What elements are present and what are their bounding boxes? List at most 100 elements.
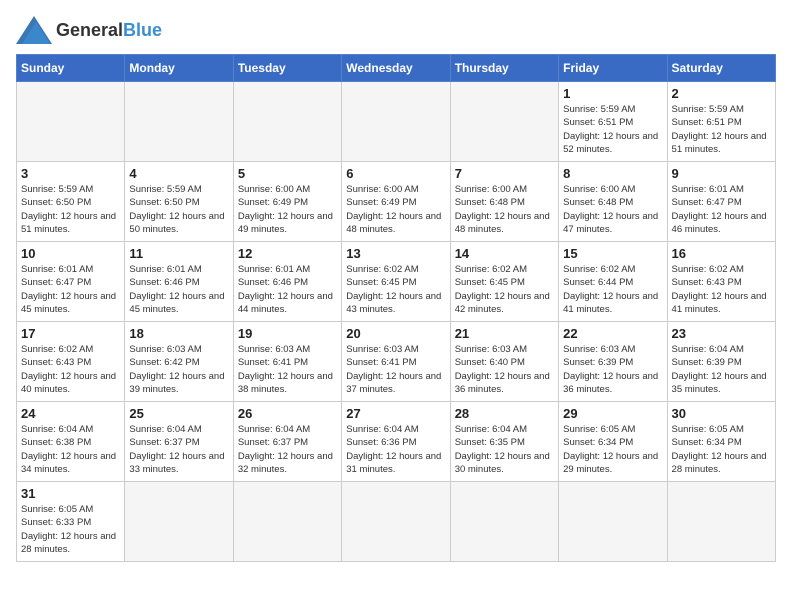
day-info: Sunrise: 6:03 AM Sunset: 6:39 PM Dayligh… xyxy=(563,343,662,396)
calendar-cell: 23Sunrise: 6:04 AM Sunset: 6:39 PM Dayli… xyxy=(667,322,775,402)
day-info: Sunrise: 6:04 AM Sunset: 6:37 PM Dayligh… xyxy=(238,423,337,476)
day-info: Sunrise: 6:04 AM Sunset: 6:35 PM Dayligh… xyxy=(455,423,554,476)
day-info: Sunrise: 6:00 AM Sunset: 6:49 PM Dayligh… xyxy=(346,183,445,236)
day-number: 7 xyxy=(455,166,554,181)
day-number: 17 xyxy=(21,326,120,341)
calendar-week-1: 3 Sunrise: 5:59 AM Sunset: 6:50 PM Daylig… xyxy=(17,162,776,242)
day-info: Sunrise: 6:03 AM Sunset: 6:41 PM Dayligh… xyxy=(238,343,337,396)
day-info: Sunrise: 6:02 AM Sunset: 6:43 PM Dayligh… xyxy=(21,343,120,396)
calendar-cell: 11 Sunrise: 6:01 AM Sunset: 6:46 PM Dayli… xyxy=(125,242,233,322)
day-info: Sunrise: 6:00 AM Sunset: 6:48 PM Dayligh… xyxy=(563,183,662,236)
day-header-wednesday: Wednesday xyxy=(342,55,450,82)
day-number: 15 xyxy=(563,246,662,261)
calendar-cell xyxy=(125,82,233,162)
day-info: Sunrise: 6:04 AM Sunset: 6:37 PM Dayligh… xyxy=(129,423,228,476)
calendar-week-0: 1Sunrise: 5:59 AM Sunset: 6:51 PM Daylig… xyxy=(17,82,776,162)
calendar-cell: 3Sunrise: 5:59 AM Sunset: 6:50 PM Daylig… xyxy=(17,162,125,242)
calendar-cell: 18 Sunrise: 6:03 AM Sunset: 6:42 PM Dayli… xyxy=(125,322,233,402)
calendar-cell: 27Sunrise: 6:04 AM Sunset: 6:36 PM Dayli… xyxy=(342,402,450,482)
day-info: Sunrise: 6:03 AM Sunset: 6:40 PM Dayligh… xyxy=(455,343,554,396)
page-header: GeneralBlue xyxy=(16,16,776,44)
day-number: 23 xyxy=(672,326,771,341)
calendar-week-2: 10 Sunrise: 6:01 AM Sunset: 6:47 PM Dayli… xyxy=(17,242,776,322)
logo: GeneralBlue xyxy=(16,16,162,44)
day-number: 26 xyxy=(238,406,337,421)
calendar-cell: 15 Sunrise: 6:02 AM Sunset: 6:44 PM Dayli… xyxy=(559,242,667,322)
calendar-cell: 12Sunrise: 6:01 AM Sunset: 6:46 PM Dayli… xyxy=(233,242,341,322)
day-number: 31 xyxy=(21,486,120,501)
calendar-cell: 28Sunrise: 6:04 AM Sunset: 6:35 PM Dayli… xyxy=(450,402,558,482)
day-info: Sunrise: 6:00 AM Sunset: 6:48 PM Dayligh… xyxy=(455,183,554,236)
calendar-cell: 31 Sunrise: 6:05 AM Sunset: 6:33 PM Dayli… xyxy=(17,482,125,562)
logo-text: GeneralBlue xyxy=(56,20,162,41)
day-header-sunday: Sunday xyxy=(17,55,125,82)
day-info: Sunrise: 6:05 AM Sunset: 6:33 PM Dayligh… xyxy=(21,503,120,556)
day-info: Sunrise: 6:01 AM Sunset: 6:46 PM Dayligh… xyxy=(238,263,337,316)
calendar-cell xyxy=(450,482,558,562)
day-info: Sunrise: 6:05 AM Sunset: 6:34 PM Dayligh… xyxy=(672,423,771,476)
day-info: Sunrise: 6:01 AM Sunset: 6:47 PM Dayligh… xyxy=(672,183,771,236)
day-info: Sunrise: 6:01 AM Sunset: 6:46 PM Dayligh… xyxy=(129,263,228,316)
calendar-header-row: SundayMondayTuesdayWednesdayThursdayFrid… xyxy=(17,55,776,82)
logo-icon xyxy=(16,16,52,44)
day-number: 29 xyxy=(563,406,662,421)
day-number: 22 xyxy=(563,326,662,341)
calendar-cell xyxy=(233,82,341,162)
day-number: 11 xyxy=(129,246,228,261)
day-info: Sunrise: 6:03 AM Sunset: 6:42 PM Dayligh… xyxy=(129,343,228,396)
calendar-cell xyxy=(667,482,775,562)
calendar-cell xyxy=(125,482,233,562)
day-info: Sunrise: 6:02 AM Sunset: 6:43 PM Dayligh… xyxy=(672,263,771,316)
calendar-cell: 16 Sunrise: 6:02 AM Sunset: 6:43 PM Dayli… xyxy=(667,242,775,322)
calendar-week-5: 31 Sunrise: 6:05 AM Sunset: 6:33 PM Dayli… xyxy=(17,482,776,562)
calendar-cell xyxy=(233,482,341,562)
calendar-cell: 24Sunrise: 6:04 AM Sunset: 6:38 PM Dayli… xyxy=(17,402,125,482)
day-number: 14 xyxy=(455,246,554,261)
day-number: 6 xyxy=(346,166,445,181)
calendar-cell: 30 Sunrise: 6:05 AM Sunset: 6:34 PM Dayli… xyxy=(667,402,775,482)
day-number: 18 xyxy=(129,326,228,341)
day-number: 20 xyxy=(346,326,445,341)
day-info: Sunrise: 5:59 AM Sunset: 6:50 PM Dayligh… xyxy=(129,183,228,236)
day-number: 3 xyxy=(21,166,120,181)
calendar-cell: 19 Sunrise: 6:03 AM Sunset: 6:41 PM Dayli… xyxy=(233,322,341,402)
day-number: 4 xyxy=(129,166,228,181)
calendar-cell: 1Sunrise: 5:59 AM Sunset: 6:51 PM Daylig… xyxy=(559,82,667,162)
day-info: Sunrise: 6:01 AM Sunset: 6:47 PM Dayligh… xyxy=(21,263,120,316)
day-info: Sunrise: 6:02 AM Sunset: 6:44 PM Dayligh… xyxy=(563,263,662,316)
day-number: 2 xyxy=(672,86,771,101)
day-number: 5 xyxy=(238,166,337,181)
day-number: 16 xyxy=(672,246,771,261)
day-info: Sunrise: 6:02 AM Sunset: 6:45 PM Dayligh… xyxy=(455,263,554,316)
calendar-cell: 10 Sunrise: 6:01 AM Sunset: 6:47 PM Dayli… xyxy=(17,242,125,322)
day-number: 30 xyxy=(672,406,771,421)
calendar-cell: 25 Sunrise: 6:04 AM Sunset: 6:37 PM Dayli… xyxy=(125,402,233,482)
calendar-cell: 6 Sunrise: 6:00 AM Sunset: 6:49 PM Daylig… xyxy=(342,162,450,242)
calendar-cell: 13Sunrise: 6:02 AM Sunset: 6:45 PM Dayli… xyxy=(342,242,450,322)
day-number: 19 xyxy=(238,326,337,341)
calendar-cell: 22 Sunrise: 6:03 AM Sunset: 6:39 PM Dayli… xyxy=(559,322,667,402)
calendar-cell xyxy=(17,82,125,162)
calendar-cell xyxy=(342,482,450,562)
day-number: 10 xyxy=(21,246,120,261)
day-info: Sunrise: 5:59 AM Sunset: 6:51 PM Dayligh… xyxy=(563,103,662,156)
day-number: 9 xyxy=(672,166,771,181)
calendar-cell: 7 Sunrise: 6:00 AM Sunset: 6:48 PM Daylig… xyxy=(450,162,558,242)
day-number: 21 xyxy=(455,326,554,341)
calendar-cell xyxy=(559,482,667,562)
calendar-week-3: 17 Sunrise: 6:02 AM Sunset: 6:43 PM Dayli… xyxy=(17,322,776,402)
day-header-friday: Friday xyxy=(559,55,667,82)
day-info: Sunrise: 5:59 AM Sunset: 6:51 PM Dayligh… xyxy=(672,103,771,156)
day-info: Sunrise: 6:04 AM Sunset: 6:38 PM Dayligh… xyxy=(21,423,120,476)
calendar-cell: 26 Sunrise: 6:04 AM Sunset: 6:37 PM Dayli… xyxy=(233,402,341,482)
calendar-cell: 4 Sunrise: 5:59 AM Sunset: 6:50 PM Daylig… xyxy=(125,162,233,242)
day-header-saturday: Saturday xyxy=(667,55,775,82)
calendar-cell: 21 Sunrise: 6:03 AM Sunset: 6:40 PM Dayli… xyxy=(450,322,558,402)
day-header-monday: Monday xyxy=(125,55,233,82)
day-number: 27 xyxy=(346,406,445,421)
calendar-cell xyxy=(342,82,450,162)
calendar-cell: 14 Sunrise: 6:02 AM Sunset: 6:45 PM Dayli… xyxy=(450,242,558,322)
day-number: 25 xyxy=(129,406,228,421)
day-info: Sunrise: 6:00 AM Sunset: 6:49 PM Dayligh… xyxy=(238,183,337,236)
calendar-cell: 17 Sunrise: 6:02 AM Sunset: 6:43 PM Dayli… xyxy=(17,322,125,402)
